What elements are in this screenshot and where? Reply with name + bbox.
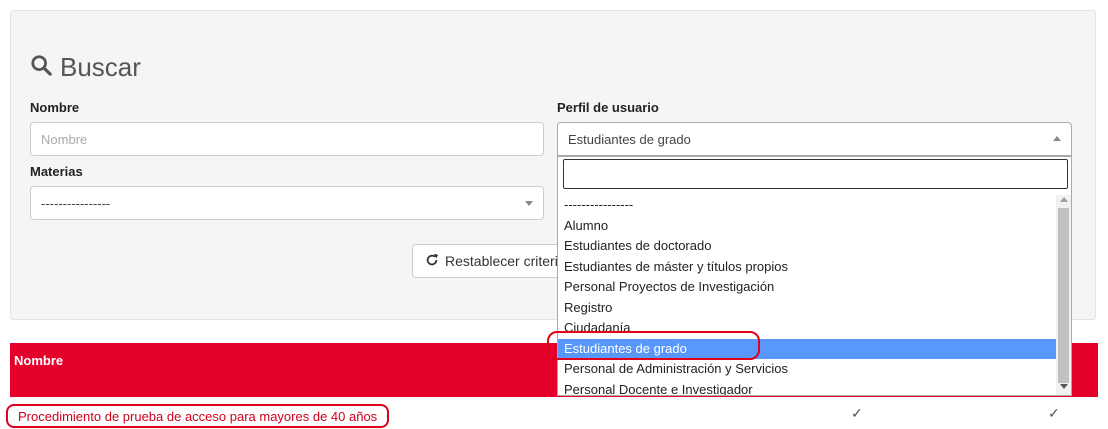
- perfil-label: Perfil de usuario: [557, 100, 659, 115]
- dropdown-option[interactable]: Registro: [558, 298, 1056, 319]
- search-title-text: Buscar: [60, 52, 141, 82]
- chevron-down-icon: [525, 201, 533, 206]
- perfil-value: Estudiantes de grado: [568, 131, 691, 147]
- dropdown-option[interactable]: Personal Docente e Investigador: [558, 380, 1056, 396]
- dropdown-option[interactable]: Ciudadanía: [558, 318, 1056, 339]
- nombre-placeholder: Nombre: [41, 131, 88, 147]
- materias-value: ----------------: [41, 195, 111, 211]
- dropdown-options: ---------------- Alumno Estudiantes de doc…: [558, 195, 1056, 395]
- reset-button[interactable]: Restablecer criteri: [412, 244, 562, 278]
- dropdown-option[interactable]: Personal Proyectos de Investigación: [558, 277, 1056, 298]
- dropdown-option[interactable]: Estudiantes de grado: [558, 338, 1056, 359]
- materias-label: Materias: [30, 164, 83, 179]
- search-icon: [30, 52, 52, 83]
- perfil-select[interactable]: Estudiantes de grado: [557, 122, 1072, 156]
- reset-button-label: Restablecer criteri: [445, 253, 558, 269]
- scroll-down-icon[interactable]: [1060, 384, 1068, 389]
- search-title: Buscar: [30, 52, 141, 83]
- chevron-up-icon: [1053, 136, 1061, 141]
- scroll-up-icon[interactable]: [1060, 197, 1068, 202]
- materias-select[interactable]: ----------------: [30, 186, 544, 220]
- nombre-input[interactable]: Nombre: [30, 122, 544, 156]
- dropdown-option[interactable]: ----------------: [558, 195, 1056, 216]
- refresh-icon: [425, 253, 439, 270]
- dropdown-option[interactable]: Estudiantes de máster y títulos propios: [558, 257, 1056, 278]
- check-icon: ✓: [1048, 405, 1060, 421]
- scrollbar-thumb[interactable]: [1058, 208, 1069, 383]
- dropdown-search-input[interactable]: [563, 159, 1068, 189]
- column-nombre: Nombre: [14, 353, 64, 368]
- table-row-link[interactable]: Procedimiento de prueba de acceso para m…: [6, 404, 390, 428]
- dropdown-option[interactable]: Alumno: [558, 216, 1056, 237]
- row-name: Procedimiento de prueba de acceso para m…: [18, 408, 378, 424]
- dropdown-option[interactable]: Estudiantes de doctorado: [558, 236, 1056, 257]
- check-icon: ✓: [851, 405, 863, 421]
- nombre-label: Nombre: [30, 100, 80, 115]
- dropdown-option[interactable]: Personal de Administración y Servicios: [558, 359, 1056, 380]
